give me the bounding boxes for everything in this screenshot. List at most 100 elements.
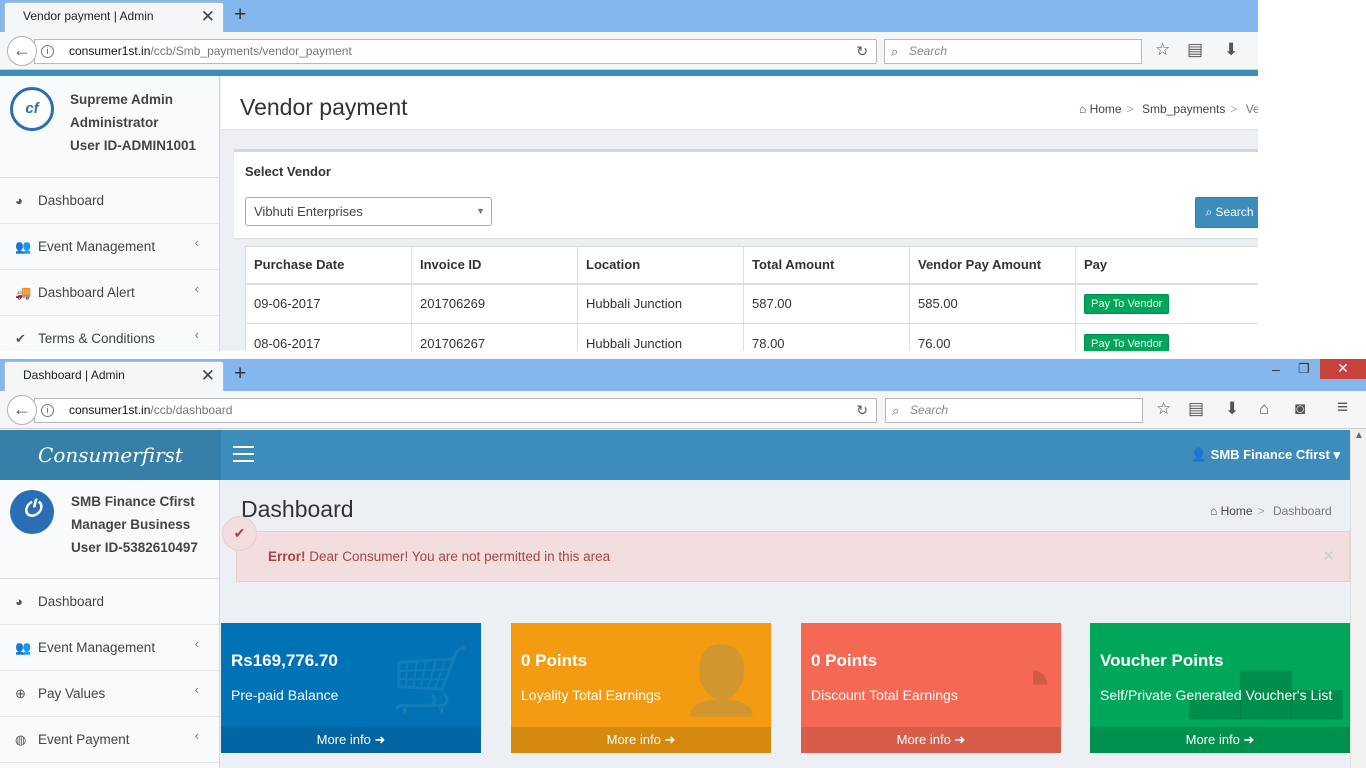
close-alert-icon[interactable]: ✕ <box>1322 532 1335 581</box>
home-icon[interactable]: ⌂ <box>1259 399 1269 419</box>
address-bar[interactable]: i consumer1st.in/ccb/dashboard ↻ <box>34 398 877 423</box>
breadcrumb-home[interactable]: Home <box>1090 102 1122 116</box>
sidebar-item-event-payment[interactable]: ◍ Event Payment ‹ <box>0 717 219 763</box>
more-info-link[interactable]: More info ➜ <box>511 727 771 753</box>
select-vendor-label: Select Vendor <box>245 164 331 179</box>
user-name: SMB Finance Cfirst <box>71 494 195 509</box>
brand-logo[interactable]: Consumerfirst <box>0 430 221 480</box>
download-icon[interactable]: ⬇ <box>1224 40 1238 60</box>
column-header[interactable]: Total Amount <box>743 246 910 285</box>
menu-icon[interactable]: ≡ <box>1337 397 1348 419</box>
reload-icon[interactable]: ↻ <box>856 40 868 63</box>
search-button[interactable]: ⌕ Search <box>1195 197 1258 228</box>
breadcrumb-home[interactable]: Home <box>1221 504 1253 518</box>
stat-value: 0 Points <box>811 651 878 670</box>
selected-vendor: Vibhuti Enterprises <box>254 204 363 219</box>
chevron-left-icon: ‹ <box>194 327 199 342</box>
sidebar-item-terms[interactable]: ✔ Terms & Conditions ‹ <box>0 316 219 351</box>
breadcrumb: ⌂ Home > Dashboard <box>1210 504 1332 518</box>
stat-box-discount: ◔ 0 Points Discount Total Earnings More … <box>801 623 1061 753</box>
sidebar-item-label: Event Management <box>38 239 156 254</box>
stat-value: 0 Points <box>521 651 588 670</box>
back-button[interactable]: ← <box>7 36 37 66</box>
minimize-icon[interactable]: – <box>1272 361 1280 377</box>
vendor-select-box: Select Vendor Vibhuti Enterprises ▼ ⌕ Se… <box>234 149 1258 238</box>
users-icon: 👥 <box>15 239 32 254</box>
close-tab-icon[interactable]: ✕ <box>201 362 215 389</box>
more-info-label: More info <box>896 732 951 747</box>
sidebar: cf Supreme Admin Administrator User ID-A… <box>0 76 220 351</box>
close-tab-icon[interactable]: ✕ <box>201 3 215 30</box>
close-window-icon[interactable]: ✕ <box>1320 359 1366 379</box>
cell-pay: Pay To Vendor <box>1075 323 1258 351</box>
sidebar-item-event-management[interactable]: 👥 Event Management ‹ <box>0 625 219 671</box>
browser-tab[interactable]: Dashboard | Admin ✕ <box>4 361 224 391</box>
caret-down-icon: ▾ <box>1333 447 1340 462</box>
page-title: Vendor payment <box>240 94 408 120</box>
header-user-menu[interactable]: 👤 SMB Finance Cfirst ▾ <box>1191 430 1340 480</box>
home-icon: ⌂ <box>1079 102 1087 116</box>
url-path: /ccb/Smb_payments/vendor_payment <box>150 44 352 58</box>
sidebar-item-label: Pay Values <box>38 686 106 701</box>
sidebar-item-dashboard[interactable]: ◕ Dashboard <box>0 579 219 625</box>
search-input[interactable]: ⌕ Search <box>885 398 1143 423</box>
user-id: User ID-ADMIN1001 <box>70 138 197 153</box>
clipboard-icon[interactable]: ▤ <box>1188 399 1204 419</box>
page-scrollbar[interactable]: ▲ <box>1350 430 1366 768</box>
browser-tab[interactable]: Vendor payment | Admin ✕ <box>4 2 224 32</box>
sidebar-item-dashboard[interactable]: ◕ Dashboard <box>0 178 219 224</box>
pay-to-vendor-button[interactable]: Pay To Vendor <box>1084 293 1170 314</box>
reload-icon[interactable]: ↻ <box>856 399 868 422</box>
bookmark-star-icon[interactable]: ☆ <box>1155 40 1170 60</box>
more-info-link[interactable]: More info ➜ <box>801 727 1061 753</box>
restore-icon[interactable]: ❐ <box>1298 361 1310 377</box>
sidebar-item-pay-values[interactable]: ⊕ Pay Values ‹ <box>0 671 219 717</box>
info-icon[interactable]: i <box>41 45 54 58</box>
sidebar-item-label: Event Payment <box>38 732 130 747</box>
sidebar-item-label: Terms & Conditions <box>38 331 156 346</box>
column-header[interactable]: Pay <box>1075 246 1258 285</box>
sidebar-item-dashboard-alert[interactable]: 🚚 Dashboard Alert ‹ <box>0 270 219 316</box>
tab-bar: Dashboard | Admin ✕ + – ❐ ✕ <box>0 359 1366 391</box>
cell-purchase-date: 09-06-2017 <box>245 283 412 324</box>
back-button[interactable]: ← <box>7 395 37 425</box>
dashboard-window: Dashboard | Admin ✕ + – ❐ ✕ i consumer1s… <box>0 359 1366 768</box>
column-header[interactable]: Invoice ID <box>411 246 578 285</box>
bookmark-star-icon[interactable]: ☆ <box>1156 399 1171 419</box>
truck-icon: 🚚 <box>15 285 32 300</box>
address-bar[interactable]: i consumer1st.in/ccb/Smb_payments/vendor… <box>34 39 877 64</box>
more-info-link[interactable]: More info ➜ <box>221 727 481 753</box>
vendor-select[interactable]: Vibhuti Enterprises ▼ <box>245 197 492 226</box>
more-info-label: More info <box>1185 732 1240 747</box>
stat-value: Rs169,776.70 <box>231 651 338 670</box>
more-info-label: More info <box>606 732 661 747</box>
pay-to-vendor-button[interactable]: Pay To Vendor <box>1084 333 1170 351</box>
clipboard-icon[interactable]: ▤ <box>1187 40 1203 60</box>
new-tab-icon[interactable]: + <box>234 3 246 27</box>
header-user-name: SMB Finance Cfirst <box>1210 447 1330 462</box>
cell-total-amount: 78.00 <box>743 323 910 351</box>
cart-icon: 🛒 <box>390 643 473 717</box>
more-info-link[interactable]: More info ➜ <box>1090 727 1350 753</box>
url-host: consumer1st.in <box>69 403 151 417</box>
column-header[interactable]: Purchase Date <box>245 246 412 285</box>
sidebar-item-event-management[interactable]: 👥 Event Management ‹ <box>0 224 219 270</box>
pocket-icon[interactable]: ◙ <box>1295 399 1305 419</box>
column-header[interactable]: Vendor Pay Amount <box>909 246 1076 285</box>
column-header[interactable]: Location <box>577 246 744 285</box>
search-button-label: Search <box>1215 205 1254 219</box>
hamburger-menu-icon[interactable] <box>233 446 254 467</box>
download-icon[interactable]: ⬇ <box>1225 399 1239 419</box>
new-tab-icon[interactable]: + <box>234 362 246 386</box>
search-icon: ⌕ <box>1205 205 1213 219</box>
cell-total-amount: 587.00 <box>743 283 910 324</box>
chevron-left-icon: ‹ <box>194 636 199 651</box>
pie-chart-icon: ◔ <box>1013 643 1053 717</box>
scroll-up-icon[interactable]: ▲ <box>1354 430 1364 441</box>
arrow-circle-right-icon: ➜ <box>1243 732 1255 747</box>
breadcrumb-smb-payments[interactable]: Smb_payments <box>1142 102 1225 116</box>
search-input[interactable]: ⌕ Search <box>884 39 1142 64</box>
stat-label: Loyality Total Earnings <box>521 687 661 703</box>
info-icon[interactable]: i <box>41 404 54 417</box>
user-panel: ⏻ SMB Finance Cfirst Manager Business Us… <box>0 480 219 579</box>
